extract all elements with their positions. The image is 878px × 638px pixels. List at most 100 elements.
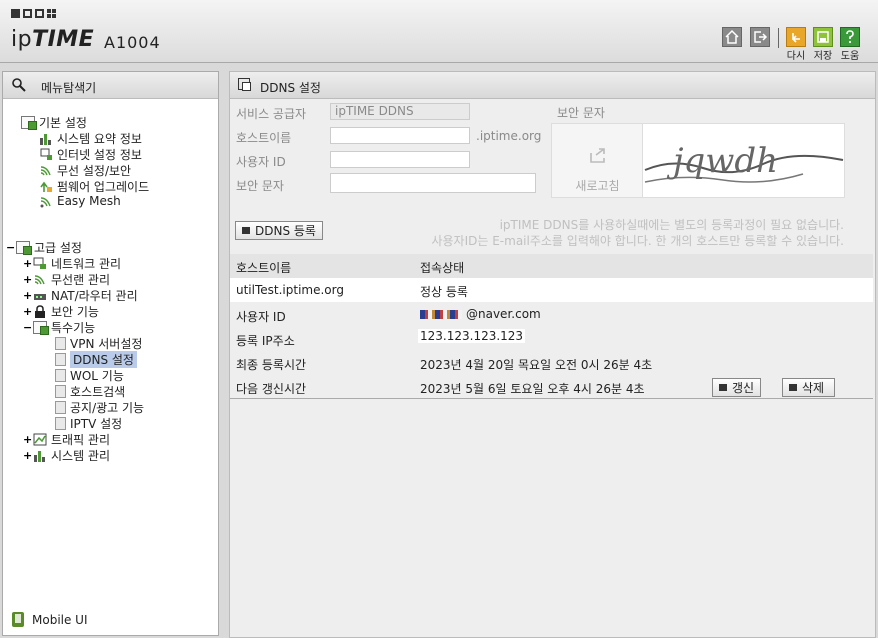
window-icon: [238, 78, 251, 91]
detail-userid-label: 사용자 ID: [236, 310, 286, 324]
window-controls: [11, 9, 56, 18]
tree-advanced-settings[interactable]: − 고급 설정: [6, 239, 82, 256]
top-header: ipTIME A1004 다시 저장 도움: [0, 0, 878, 63]
tree-label: 무선 설정/보안: [57, 164, 132, 178]
detail-userid-value: @naver.com: [420, 307, 541, 321]
tree-label: 특수기능: [51, 321, 96, 335]
tree-firmware-upgrade[interactable]: 펌웨어 업그레이드: [39, 178, 149, 195]
captcha-image-art: jqwdh: [644, 141, 844, 183]
captcha-refresh-button[interactable]: 새로고침: [551, 123, 644, 198]
tree-label: 호스트검색: [70, 385, 126, 399]
expand-icon[interactable]: +: [23, 257, 33, 270]
lock-icon: [35, 305, 45, 318]
tree-iptv[interactable]: IPTV 설정: [55, 415, 122, 432]
delete-icon: [789, 384, 797, 391]
document-icon: [55, 417, 66, 430]
wifi-icon: [34, 275, 45, 285]
info-note-1: ipTIME DDNS를 사용하실때에는 별도의 등록과정이 필요 없습니다.: [499, 218, 844, 232]
userid-input[interactable]: [330, 151, 470, 168]
tree-label: Easy Mesh: [57, 194, 121, 208]
bar-chart-icon: [34, 451, 45, 462]
tree-network-management[interactable]: + 네트워크 관리: [23, 255, 121, 272]
tree-label: 인터넷 설정 정보: [57, 148, 142, 162]
col-status: 접속상태: [420, 261, 465, 275]
expand-icon[interactable]: +: [23, 289, 33, 302]
tree-wireless-security[interactable]: 무선 설정/보안: [39, 162, 131, 179]
tree-system-management[interactable]: + 시스템 관리: [23, 447, 110, 464]
document-icon: [55, 369, 66, 382]
delete-label: 삭제: [802, 381, 825, 395]
tree-label: NAT/라우터 관리: [51, 289, 138, 303]
tree-vpn-server[interactable]: VPN 서버설정: [55, 335, 142, 352]
save-button[interactable]: [813, 27, 833, 47]
row-hostname: utilTest.iptime.org: [236, 283, 344, 297]
logo-bold: TIME: [32, 27, 95, 52]
expand-icon[interactable]: +: [23, 273, 33, 286]
tree-label: 보안 기능: [51, 305, 99, 319]
tree-internet-info[interactable]: 인터넷 설정 정보: [39, 146, 142, 163]
tree-wol[interactable]: WOL 기능: [55, 367, 124, 384]
hostname-input[interactable]: [330, 127, 470, 144]
reload-button[interactable]: [786, 27, 806, 47]
collapse-icon[interactable]: −: [23, 321, 33, 334]
detail-next-label: 다음 갱신시간: [236, 382, 307, 396]
mobile-ui-label: Mobile UI: [32, 612, 88, 627]
userid-label: 사용자 ID: [236, 155, 286, 169]
document-icon: [55, 401, 66, 414]
tree-label: 공지/광고 기능: [70, 401, 145, 415]
refresh-icon: [590, 148, 605, 163]
expand-icon[interactable]: +: [23, 449, 33, 462]
document-icon: [55, 385, 66, 398]
collapse-icon[interactable]: −: [6, 241, 16, 254]
network-icon: [40, 148, 52, 160]
captcha-image: jqwdh: [642, 123, 845, 198]
tree-wlan-management[interactable]: + 무선랜 관리: [23, 271, 110, 288]
host-table-header: 호스트이름 접속상태: [230, 254, 873, 278]
tree-special-functions[interactable]: − 특수기능: [23, 319, 95, 336]
renew-label: 갱신: [732, 381, 755, 395]
tree-traffic-management[interactable]: + 트래픽 관리: [23, 431, 110, 448]
mobile-ui-link[interactable]: Mobile UI: [12, 612, 88, 627]
reload-icon: [791, 33, 800, 43]
captcha-input[interactable]: [330, 173, 536, 193]
ddns-register-label: DDNS 등록: [255, 224, 316, 238]
tree-basic-settings[interactable]: 기본 설정: [11, 114, 87, 131]
detail-next-value: 2023년 5월 6일 토요일 오후 4시 26분 4초: [420, 382, 645, 396]
tree-notice-ad[interactable]: 공지/광고 기능: [55, 399, 144, 416]
folder-icon: [21, 116, 37, 130]
tree-label: 시스템 관리: [51, 449, 111, 463]
tree-label: 트래픽 관리: [51, 433, 111, 447]
detail-userid-text: @naver.com: [466, 307, 541, 321]
tree-label: 무선랜 관리: [51, 273, 111, 287]
logout-button[interactable]: [750, 27, 770, 47]
hostname-label: 호스트이름: [236, 131, 292, 145]
host-detail: 사용자 ID @naver.com 등록 IP주소 123.123.123.12…: [230, 302, 873, 399]
expand-icon[interactable]: +: [23, 433, 33, 446]
delete-button[interactable]: 삭제: [782, 378, 836, 397]
renew-button[interactable]: 갱신: [712, 378, 762, 397]
ddns-register-button[interactable]: DDNS 등록: [235, 221, 323, 240]
tree-nat-router[interactable]: + NAT/라우터 관리: [23, 287, 138, 304]
upgrade-icon: [40, 181, 52, 192]
tree-easy-mesh[interactable]: Easy Mesh: [39, 194, 121, 208]
tree-label: 기본 설정: [39, 116, 87, 130]
logout-icon: [754, 31, 768, 43]
detail-last-value: 2023년 4월 20일 목요일 오전 0시 26분 4초: [420, 358, 653, 372]
grid-icon: [47, 9, 56, 18]
tree-system-summary[interactable]: 시스템 요약 정보: [39, 130, 142, 147]
tree-ddns-settings[interactable]: DDNS 설정: [55, 351, 137, 368]
folder-icon: [33, 321, 49, 335]
captcha-section-label: 보안 문자: [557, 106, 605, 120]
document-icon: [55, 337, 66, 350]
folder-icon: [16, 241, 32, 255]
tree-label: WOL 기능: [70, 369, 124, 383]
help-button[interactable]: [840, 27, 860, 47]
home-icon: [725, 29, 739, 44]
tree-security[interactable]: + 보안 기능: [23, 303, 99, 320]
search-icon: [11, 77, 27, 96]
home-button[interactable]: [722, 27, 742, 47]
tree-host-search[interactable]: 호스트검색: [55, 383, 125, 400]
table-row[interactable]: utilTest.iptime.org 정상 등록: [230, 278, 873, 303]
expand-icon[interactable]: +: [23, 305, 33, 318]
refresh-label: 새로고침: [575, 179, 620, 193]
